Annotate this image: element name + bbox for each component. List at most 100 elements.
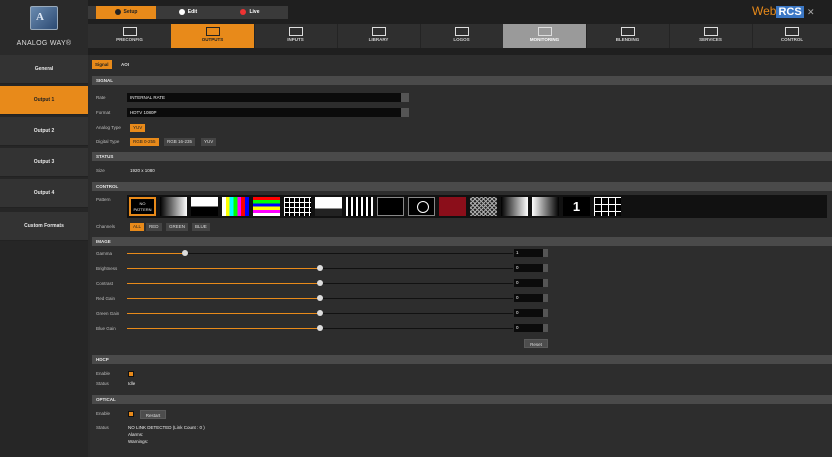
pattern-color-bars[interactable] [222,197,249,216]
pattern-vertical-lines[interactable] [346,197,373,216]
chevron-down-icon [401,108,409,117]
tab-inputs[interactable]: INPUTS [254,24,338,48]
gear-icon [114,8,121,15]
mode-live-button[interactable]: Live [220,6,280,19]
pattern-crosshatch[interactable] [470,197,497,216]
section-status: STATUS [92,152,832,161]
hdcp-enable-checkbox[interactable] [128,371,134,377]
image-param-value: 0 [516,295,519,300]
rate-select[interactable]: INTERNAL RATE [127,93,409,102]
slider-handle[interactable] [317,295,323,301]
logo: A ANALOG WAY® [0,0,88,55]
image-param-input[interactable]: 0 [514,264,548,272]
image-param-label: Blue Gain [96,326,116,331]
preconfig-icon [122,27,137,36]
spinner-icon[interactable] [543,264,548,272]
pattern-smpte[interactable] [315,197,342,216]
pattern-red[interactable] [439,197,466,216]
outputs-icon [205,27,220,36]
subtab-signal[interactable]: Signal [92,60,112,69]
tab-label: PRECONFIG [116,37,143,42]
rate-value: INTERNAL RATE [130,95,166,100]
pattern-black[interactable] [377,197,404,216]
spinner-icon[interactable] [543,249,548,257]
pattern-circle[interactable] [408,197,435,216]
sidebar-item-output-4[interactable]: Output 4 [0,179,88,208]
section-optical: OPTICAL [92,395,832,404]
tab-label: LOGOS [453,37,470,42]
mode-setup-button[interactable]: Setup [96,6,156,19]
tab-logos[interactable]: LOGOS [420,24,504,48]
slider-fill [127,328,320,329]
mode-edit-button[interactable]: Edit [158,6,218,19]
image-param-input[interactable]: 0 [514,324,548,332]
format-select[interactable]: HDTV 1080P [127,108,409,117]
sidebar-item-output-3[interactable]: Output 3 [0,148,88,177]
channel-red[interactable]: RED [146,223,162,231]
pattern-grid[interactable] [284,197,311,216]
tab-monitoring[interactable]: MONITORING [503,24,587,48]
image-param-label: Green Gain [96,311,120,316]
size-value: 1920 x 1080 [130,168,155,173]
library-icon [371,27,386,36]
sidebar-item-custom-formats[interactable]: Custom Formats [0,212,88,241]
channel-blue[interactable]: BLUE [192,223,210,231]
pattern-one[interactable]: 1 [563,197,590,216]
image-param-value: 0 [516,280,519,285]
tab-library[interactable]: LIBRARY [337,24,421,48]
pattern-split[interactable] [191,197,218,216]
optical-warnings: Warnings: [128,439,149,444]
slider-handle[interactable] [317,310,323,316]
pattern-picker: NO PATTERN 1 [127,195,827,218]
image-param-input[interactable]: 0 [514,309,548,317]
tab-outputs[interactable]: OUTPUTS [171,24,255,48]
image-param-input[interactable]: 1 [514,249,548,257]
sidebar-item-label: General [34,66,54,72]
sidebar-item-general[interactable]: General [0,55,88,84]
pattern-crosshair-grid[interactable] [594,197,621,216]
channel-all[interactable]: ALL [130,223,145,231]
sidebar-item-output-2[interactable]: Output 2 [0,117,88,146]
subtab-aoi[interactable]: AOI [118,60,132,69]
section-hdcp: HDCP [92,355,832,364]
reset-button[interactable]: Reset [524,339,548,348]
image-param-input[interactable]: 0 [514,294,548,302]
pattern-h-ramp[interactable] [501,197,528,216]
tab-services[interactable]: SERVICES [669,24,753,48]
pattern-h-ramp-reverse[interactable] [532,197,559,216]
slider-handle[interactable] [182,250,188,256]
analog-type-yuv[interactable]: YUV [130,124,146,132]
slider-handle[interactable] [317,325,323,331]
pattern-gray-ramp[interactable] [160,197,187,216]
optical-enable-checkbox[interactable] [128,411,134,417]
tab-label: LIBRARY [368,37,389,42]
pattern-color-ramps[interactable] [253,197,280,216]
restart-button[interactable]: Restart [140,410,166,419]
mode-setup-label: Setup [123,9,138,15]
tab-control[interactable]: CONTROL [752,24,832,48]
slider-handle[interactable] [317,280,323,286]
tab-blending[interactable]: BLENDING [586,24,670,48]
slider-fill [127,313,320,314]
control-icon [785,27,799,36]
spinner-icon[interactable] [543,309,548,317]
digital-type-rgb-16-235[interactable]: RGB 16-235 [164,138,196,146]
spinner-icon[interactable] [543,324,548,332]
spinner-icon[interactable] [543,294,548,302]
sidebar-item-output-1[interactable]: Output 1 [0,86,88,115]
channels-label: Channels [96,224,116,229]
tab-label: CONTROL [780,37,804,42]
mode-bar: Setup Edit Live [88,6,288,19]
slider-handle[interactable] [317,265,323,271]
digital-type-yuv[interactable]: YUV [201,138,217,146]
pattern-none[interactable]: NO PATTERN [129,197,156,216]
spinner-icon[interactable] [543,279,548,287]
image-param-input[interactable]: 0 [514,279,548,287]
tab-preconfig[interactable]: PRECONFIG [88,24,172,48]
sidebar-item-label: Output 3 [33,159,55,165]
channel-green[interactable]: GREEN [166,223,189,231]
live-icon [240,8,247,15]
digital-type-rgb-0-255[interactable]: RGB 0-255 [130,138,159,146]
app-title-suffix: RCS [776,6,804,18]
close-icon[interactable]: ✕ [807,7,815,17]
